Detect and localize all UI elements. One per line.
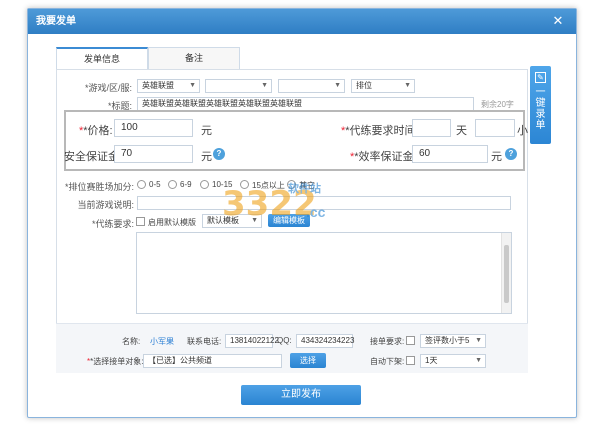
rank-select[interactable]: 排位 ▼ — [351, 79, 415, 93]
phone-input[interactable]: 13814022122 — [225, 334, 279, 348]
current-game-label: 当前游戏说明: — [77, 200, 134, 210]
price-unit: 元 — [201, 125, 212, 137]
server-select[interactable]: ▼ — [278, 79, 345, 93]
dialog-titlebar: 我要发单 ✕ — [28, 9, 576, 34]
deposit-input[interactable]: 70 — [114, 145, 193, 163]
efficiency-help-icon[interactable]: ? — [505, 148, 517, 160]
close-icon[interactable]: ✕ — [550, 13, 566, 29]
bonus-radio-0-5[interactable] — [137, 180, 146, 189]
game-select[interactable]: 英雄联盟 ▼ — [137, 79, 200, 93]
tab-notes[interactable]: 备注 — [148, 47, 240, 69]
name-label: 名称: — [122, 337, 141, 346]
dialog-title: 我要发单 — [36, 16, 76, 27]
efficiency-label: **效率保证金: — [350, 151, 417, 163]
auto-delist-checkbox[interactable] — [406, 356, 415, 365]
efficiency-unit: 元 — [491, 151, 502, 163]
title-char-hint: 剩余20字 — [481, 100, 514, 109]
bonus-radio-10-15[interactable] — [200, 180, 209, 189]
name-value: 小军果 — [150, 337, 174, 346]
price-input[interactable]: 100 — [114, 119, 193, 137]
quick-entry-side-tab[interactable]: ✎ 一键录单 — [530, 66, 551, 144]
time-days-unit: 天 — [456, 125, 467, 137]
scrollbar-thumb[interactable] — [504, 245, 509, 303]
efficiency-input[interactable]: 60 — [412, 145, 488, 163]
title-input[interactable]: 英雄联盟英雄联盟英雄联盟英雄联盟英雄联盟 — [137, 97, 474, 111]
time-hours-input[interactable] — [475, 119, 515, 137]
default-template-label: 启用默认模版 — [148, 218, 196, 227]
bonus-option-label: 6-9 — [180, 180, 192, 189]
deposit-help-icon[interactable]: ? — [213, 148, 225, 160]
edit-icon: ✎ — [535, 72, 546, 83]
publish-now-button[interactable]: 立即发布 — [241, 385, 361, 405]
time-days-input[interactable] — [412, 119, 451, 137]
order-requirement-select[interactable]: 签评数小于5 ▼ — [420, 334, 486, 348]
order-requirement-label: 接单要求: — [370, 337, 405, 346]
order-requirement-checkbox[interactable] — [406, 336, 415, 345]
select-target-button[interactable]: 选择 — [290, 353, 326, 368]
requirement-textarea[interactable] — [136, 232, 512, 314]
auto-delist-select[interactable]: 1天 ▼ — [420, 354, 486, 368]
price-label: **价格: — [79, 125, 113, 137]
auto-delist-label: 自动下架: — [370, 357, 405, 366]
tab-order-info[interactable]: 发单信息 — [56, 47, 148, 70]
qq-input[interactable]: 434324234223 — [296, 334, 354, 348]
watermark-logo: 3322 软件站 .cc — [222, 183, 326, 224]
region-select[interactable]: ▼ — [205, 79, 272, 93]
game-label: *游戏/区/服: — [84, 83, 132, 93]
phone-label: 联系电话: — [187, 337, 222, 346]
bonus-radio-6-9[interactable] — [168, 180, 177, 189]
default-template-checkbox[interactable] — [136, 217, 145, 226]
requirement-label: *代练要求: — [91, 219, 134, 229]
deposit-unit: 元 — [201, 151, 212, 163]
bonus-label: *排位赛胜场加分: — [64, 182, 134, 192]
time-label: **代练要求时间: — [341, 125, 419, 137]
target-input[interactable]: 【已选】公共频道 — [143, 354, 282, 368]
qq-label: QQ: — [277, 336, 292, 345]
time-hours-unit: 小 — [517, 125, 528, 137]
bonus-option-label: 0-5 — [149, 180, 161, 189]
quick-entry-label: 一键录单 — [535, 87, 546, 131]
target-label: **选择接单对象: — [87, 357, 144, 366]
requirement-scrollbar[interactable] — [501, 233, 511, 313]
